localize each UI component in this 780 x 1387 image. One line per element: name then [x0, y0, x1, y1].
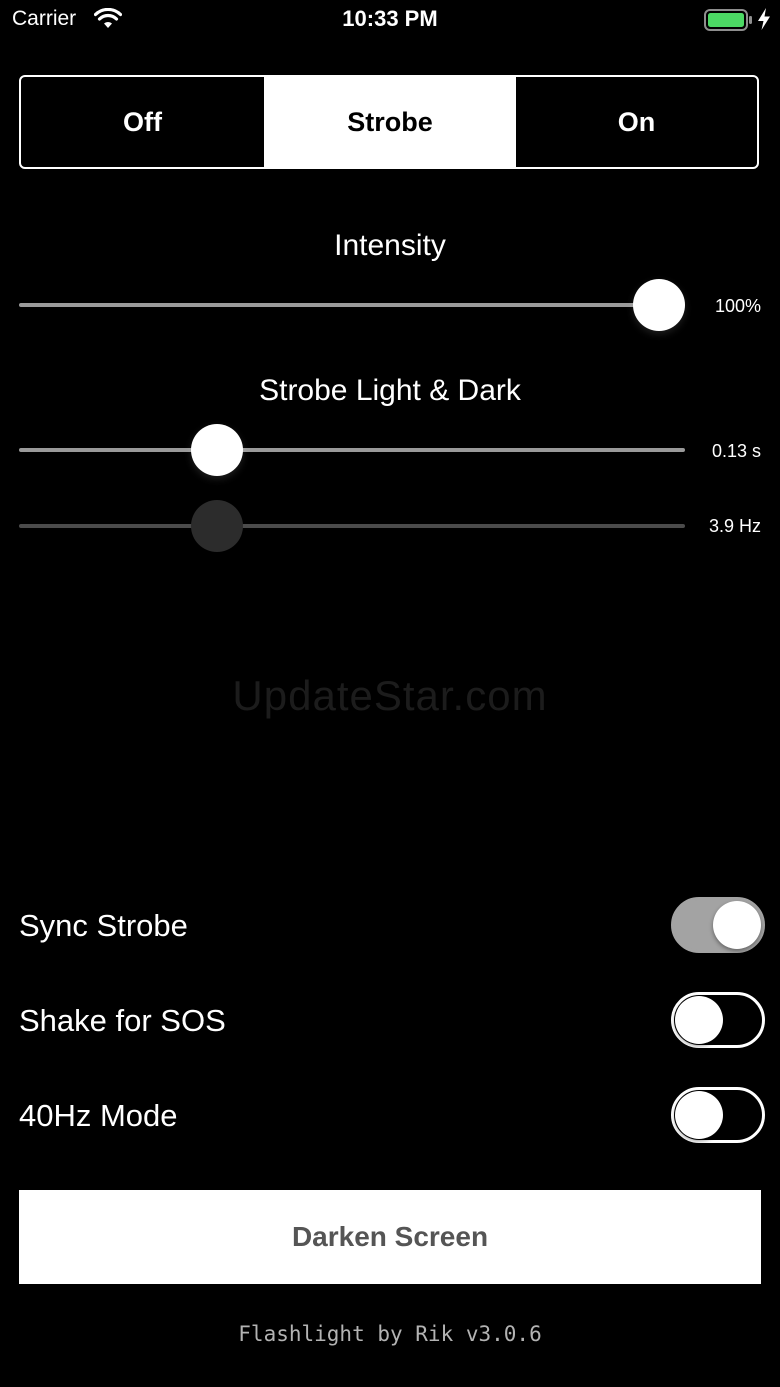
toggle-label-40hz-mode: 40Hz Mode — [19, 1098, 178, 1133]
intensity-slider[interactable] — [19, 275, 685, 335]
status-bar: Carrier 10:33 PM — [0, 0, 780, 40]
strobe-frequency-slider-thumb[interactable] — [191, 500, 243, 552]
watermark: UpdateStar.com — [232, 672, 548, 719]
toggle-row-sync-strobe: Sync Strobe — [19, 896, 765, 956]
darken-screen-button[interactable]: Darken Screen — [19, 1190, 761, 1284]
battery-icon — [704, 8, 754, 37]
strobe-period-slider-thumb[interactable] — [191, 424, 243, 476]
app-version-footer: Flashlight by Rik v3.0.6 — [238, 1322, 542, 1346]
segment-off[interactable]: Off — [21, 77, 265, 167]
charging-bolt-icon — [757, 7, 771, 36]
strobe-title: Strobe Light & Dark — [259, 374, 521, 407]
toggle-switch-shake-for-sos[interactable] — [671, 992, 765, 1048]
strobe-period-slider[interactable] — [19, 420, 685, 480]
status-time: 10:33 PM — [342, 6, 438, 31]
toggle-row-shake-for-sos: Shake for SOS — [19, 991, 765, 1051]
intensity-slider-track — [19, 303, 685, 307]
intensity-value: 100% — [714, 296, 761, 316]
intensity-title: Intensity — [334, 229, 446, 262]
toggle-switch-sync-strobe[interactable] — [671, 897, 765, 953]
strobe-frequency-value: 3.9 Hz — [708, 516, 761, 536]
intensity-slider-thumb[interactable] — [633, 279, 685, 331]
strobe-period-value: 0.13 s — [711, 441, 761, 461]
toggle-label-shake-for-sos: Shake for SOS — [19, 1003, 226, 1038]
strobe-frequency-slider[interactable] — [19, 496, 685, 556]
strobe-frequency-slider-track — [19, 524, 685, 528]
toggle-knob — [675, 1091, 723, 1139]
toggle-row-40hz-mode: 40Hz Mode — [19, 1086, 765, 1146]
segment-on[interactable]: On — [515, 77, 757, 167]
toggle-label-sync-strobe: Sync Strobe — [19, 908, 188, 943]
toggle-knob — [675, 996, 723, 1044]
toggle-knob — [713, 901, 761, 949]
toggle-switch-40hz-mode[interactable] — [671, 1087, 765, 1143]
mode-segmented-control: Off Strobe On — [19, 75, 759, 169]
strobe-period-slider-track — [19, 448, 685, 452]
segment-strobe[interactable]: Strobe — [265, 77, 515, 167]
